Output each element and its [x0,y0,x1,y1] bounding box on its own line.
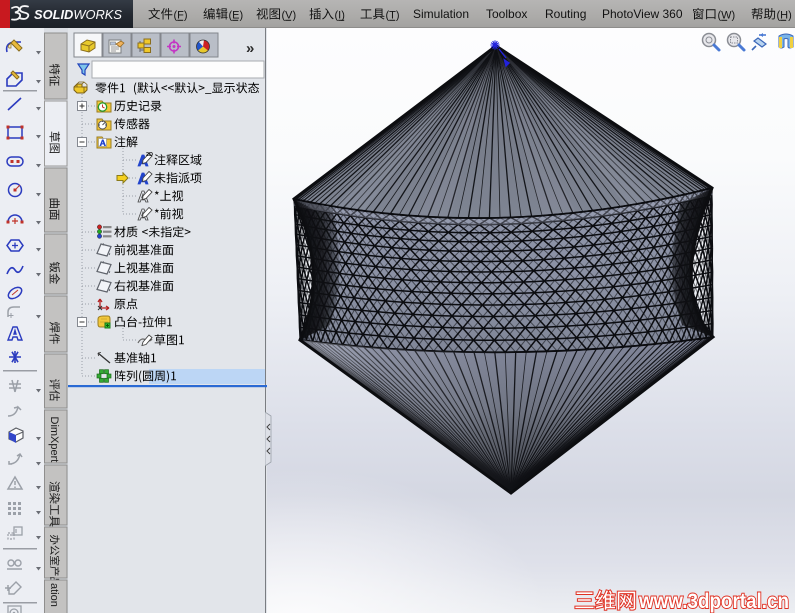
svg-text:(W): (W) [718,10,736,22]
svg-text:(T): (T) [386,10,400,22]
svg-text:(F): (F) [174,10,188,22]
svg-text:www.3dportal.cn: www.3dportal.cn [638,590,789,613]
svg-text:2D: 2D [146,152,153,158]
svg-text:ation: ation [48,583,60,607]
svg-text:(E): (E) [229,10,244,22]
svg-text:(H): (H) [777,10,792,22]
svg-text:(I): (I) [335,10,345,22]
svg-text:(V): (V) [282,10,297,22]
svg-text:DimXpert: DimXpert [48,417,60,463]
